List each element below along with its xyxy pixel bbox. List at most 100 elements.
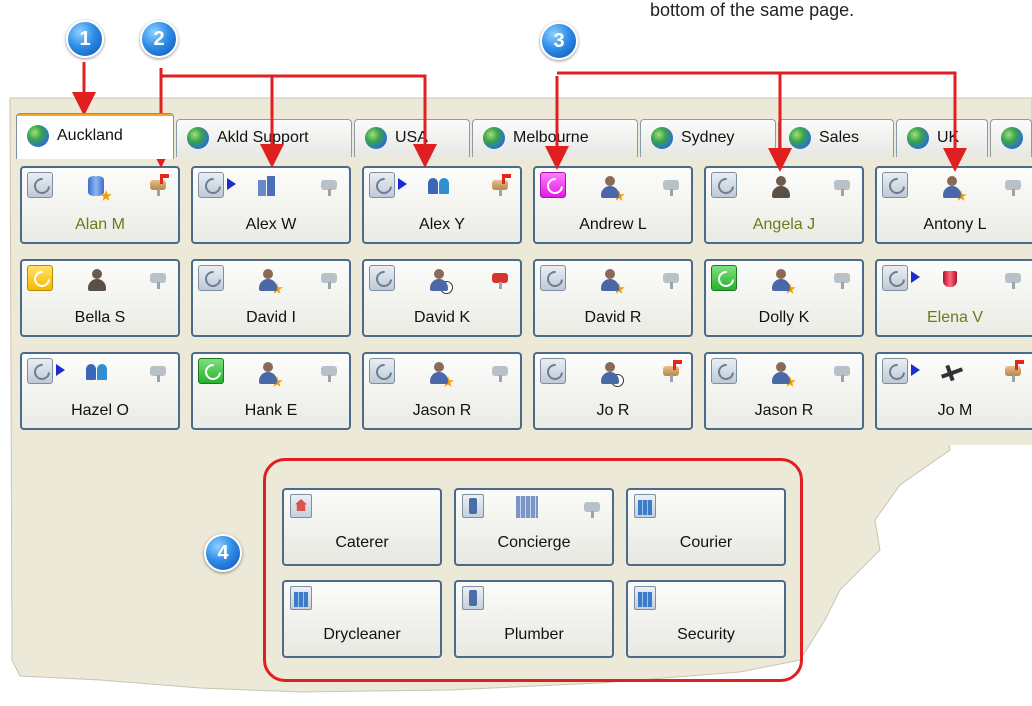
- person-away-icon: [768, 267, 796, 294]
- database-icon: [84, 174, 112, 201]
- callout-badge-2: 2: [140, 20, 178, 58]
- contact-name: Antony L: [923, 216, 987, 233]
- mailbox-icon: [319, 360, 341, 382]
- highlight-frame: [263, 458, 803, 682]
- tab-label: UK: [937, 129, 960, 146]
- contact-name: Andrew L: [579, 216, 647, 233]
- mailbox-icon: [1003, 174, 1025, 196]
- contact-name: Jo M: [937, 402, 973, 419]
- tab-uk[interactable]: UK: [896, 119, 988, 157]
- contact-button[interactable]: Jo M: [875, 352, 1032, 430]
- phone-status-icon: [27, 265, 53, 291]
- headset-icon: [768, 174, 794, 200]
- tab-akld-support[interactable]: Akld Support: [176, 119, 352, 157]
- tab-label: Melbourne: [513, 129, 589, 146]
- mailbox-icon: [832, 267, 854, 289]
- mailbox-icon: [490, 267, 512, 289]
- mailbox-icon: [148, 360, 170, 382]
- phone-status-icon: [711, 172, 737, 198]
- tab-label: Akld Support: [217, 129, 309, 146]
- phone-status-icon: [540, 265, 566, 291]
- contact-button[interactable]: Hank E: [191, 352, 351, 430]
- contact-name: Alex Y: [419, 216, 465, 233]
- contact-button[interactable]: Andrew L: [533, 166, 693, 244]
- callout-badge-4: 4: [204, 534, 242, 572]
- globe-icon: [651, 127, 673, 149]
- mailbox-icon: [490, 174, 512, 196]
- phone-status-icon: [198, 172, 224, 198]
- contact-button[interactable]: Hazel O: [20, 352, 180, 430]
- contact-button[interactable]: Alex Y: [362, 166, 522, 244]
- person-away-icon: [255, 360, 283, 387]
- person-away-icon: [768, 360, 796, 387]
- contact-button[interactable]: Alex W: [191, 166, 351, 244]
- contact-button[interactable]: David K: [362, 259, 522, 337]
- person-away-icon: [426, 360, 454, 387]
- tab-usa[interactable]: USA: [354, 119, 470, 157]
- phone-status-icon: [882, 172, 908, 198]
- contact-button[interactable]: Jason R: [362, 352, 522, 430]
- contact-name: David I: [246, 309, 296, 326]
- forward-arrow-icon: [911, 271, 920, 283]
- contact-name: David R: [584, 309, 642, 326]
- mailbox-icon: [148, 267, 170, 289]
- contact-button[interactable]: Alan M: [20, 166, 180, 244]
- screenshot-stage: bottom of the same page. Auckland Akld S…: [0, 0, 1032, 706]
- tab-auckland[interactable]: Auckland: [16, 113, 174, 159]
- contact-button[interactable]: Angela J: [704, 166, 864, 244]
- mailbox-icon: [490, 360, 512, 382]
- contact-name: Elena V: [926, 309, 984, 326]
- phone-status-icon: [27, 358, 53, 384]
- tab-melbourne[interactable]: Melbourne: [472, 119, 638, 157]
- contact-button[interactable]: Elena V: [875, 259, 1032, 337]
- phone-status-icon: [711, 265, 737, 291]
- person-busy-icon: [597, 360, 624, 387]
- tab-sydney[interactable]: Sydney: [640, 119, 776, 157]
- contact-name: Hazel O: [71, 402, 129, 419]
- forward-arrow-icon: [398, 178, 407, 190]
- contact-button[interactable]: Jo R: [533, 352, 693, 430]
- globe-icon: [187, 127, 209, 149]
- contact-button[interactable]: Jason R: [704, 352, 864, 430]
- contact-button[interactable]: David R: [533, 259, 693, 337]
- tab-label: Auckland: [57, 127, 123, 144]
- person-away-icon: [255, 267, 283, 294]
- contact-button[interactable]: Antony L: [875, 166, 1032, 244]
- contact-button[interactable]: David I: [191, 259, 351, 337]
- mailbox-icon: [661, 267, 683, 289]
- callout-badge-1: 1: [66, 20, 104, 58]
- globe-icon: [789, 127, 811, 149]
- forward-arrow-icon: [227, 178, 236, 190]
- mailbox-icon: [319, 267, 341, 289]
- tab-sales[interactable]: Sales: [778, 119, 894, 157]
- contact-name: Jo R: [596, 402, 630, 419]
- person-away-icon: [939, 174, 967, 201]
- callout-badge-3: 3: [540, 22, 578, 60]
- coffee-cup-icon: [939, 267, 965, 293]
- tab-overflow[interactable]: [990, 119, 1032, 157]
- phone-status-icon: [198, 265, 224, 291]
- phone-status-icon: [198, 358, 224, 384]
- mailbox-icon: [661, 360, 683, 382]
- globe-icon: [1001, 127, 1023, 149]
- mailbox-icon: [832, 174, 854, 196]
- group-icon: [426, 174, 452, 200]
- person-busy-icon: [426, 267, 453, 294]
- tab-label: Sydney: [681, 129, 735, 146]
- forward-arrow-icon: [911, 364, 920, 376]
- mailbox-icon: [319, 174, 341, 196]
- tab-label: USA: [395, 129, 428, 146]
- contact-name: Bella S: [74, 309, 126, 326]
- phone-status-icon: [369, 265, 395, 291]
- phone-status-icon: [369, 358, 395, 384]
- group-icon: [84, 360, 110, 386]
- airplane-icon: [939, 360, 965, 386]
- phone-status-icon: [27, 172, 53, 198]
- contact-button[interactable]: Bella S: [20, 259, 180, 337]
- mailbox-icon: [1003, 267, 1025, 289]
- person-away-icon: [597, 174, 625, 201]
- phone-status-icon: [711, 358, 737, 384]
- globe-icon: [483, 127, 505, 149]
- contact-button[interactable]: Dolly K: [704, 259, 864, 337]
- contact-name: Jason R: [412, 402, 472, 419]
